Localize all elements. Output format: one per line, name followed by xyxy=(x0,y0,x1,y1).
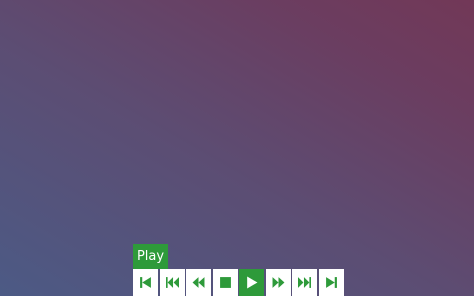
skip-back-icon xyxy=(140,277,151,288)
skip-to-end-button[interactable] xyxy=(318,269,344,296)
previous-track-button[interactable] xyxy=(159,269,185,296)
stop-icon xyxy=(219,277,231,288)
next-track-button[interactable] xyxy=(292,269,317,296)
skip-forward-icon xyxy=(325,277,337,288)
previous-icon xyxy=(165,277,179,288)
rewind-button[interactable] xyxy=(186,269,211,296)
play-icon xyxy=(247,276,258,289)
media-controls-bar xyxy=(133,269,345,296)
rewind-icon xyxy=(192,277,205,288)
fast-forward-button[interactable] xyxy=(265,269,291,296)
next-icon xyxy=(298,277,311,288)
play-tooltip: Play xyxy=(133,244,168,269)
fast-forward-icon xyxy=(272,277,284,288)
skip-to-start-button[interactable] xyxy=(133,269,158,296)
play-button[interactable] xyxy=(239,269,264,296)
stop-button[interactable] xyxy=(212,269,238,296)
